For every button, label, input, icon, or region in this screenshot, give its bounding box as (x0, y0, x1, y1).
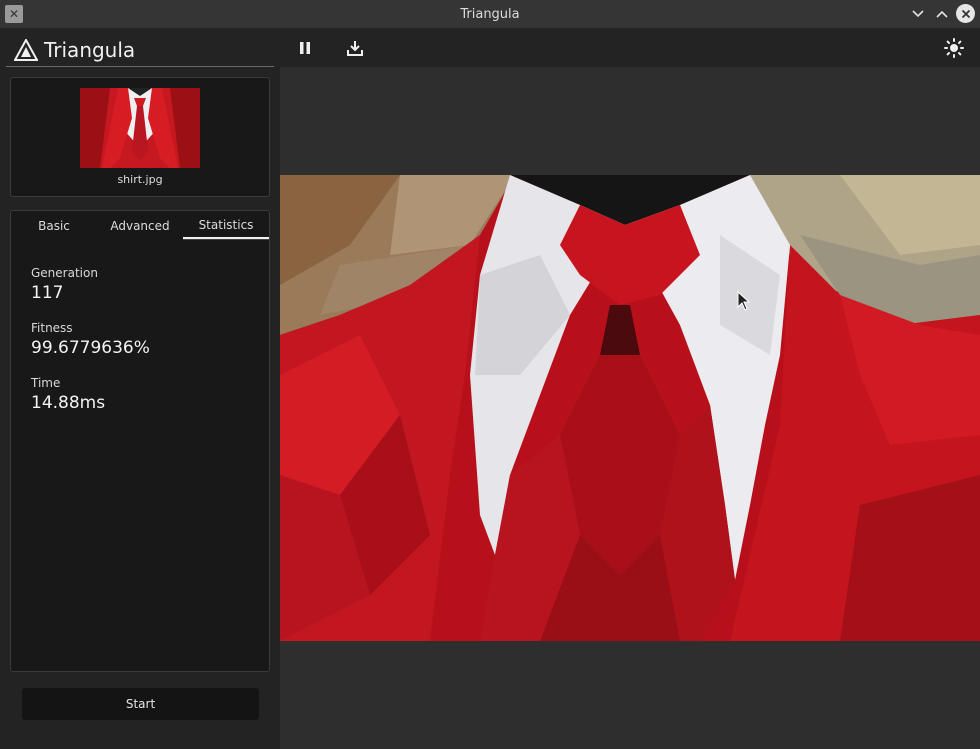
stat-label: Generation (31, 266, 98, 280)
statistics-list: Generation 117 Fitness 99.6779636% Time … (31, 266, 150, 431)
source-thumbnail (80, 88, 200, 168)
brand: Triangula (14, 36, 135, 64)
start-button[interactable]: Start (22, 688, 259, 720)
toolbar (280, 28, 980, 67)
minimize-icon[interactable] (909, 5, 927, 23)
output-canvas[interactable] (280, 175, 980, 641)
stat-generation: Generation 117 (31, 266, 150, 303)
mouse-cursor-icon (737, 291, 751, 311)
app-icon: ✕ (5, 5, 23, 23)
stat-value: 99.6779636% (31, 338, 150, 358)
pause-icon[interactable] (295, 38, 315, 58)
tab-basic[interactable]: Basic (11, 211, 97, 240)
brand-name: Triangula (44, 38, 136, 62)
stat-label: Fitness (31, 321, 73, 335)
thumbnail-filename: shirt.jpg (117, 173, 163, 186)
tab-statistics[interactable]: Statistics (183, 211, 269, 240)
tab-bar: Basic Advanced Statistics (11, 211, 269, 240)
window-title: Triangula (460, 6, 520, 22)
image-preview-card[interactable]: shirt.jpg (10, 77, 270, 197)
stat-value: 117 (31, 283, 64, 303)
triangula-logo-icon (14, 39, 38, 61)
sidebar: Triangula shirt.jpg Basic Advanced Stati… (0, 28, 280, 749)
stat-time: Time 14.88ms (31, 376, 150, 413)
window-titlebar: ✕ Triangula (0, 0, 980, 28)
stat-fitness: Fitness 99.6779636% (31, 321, 150, 358)
settings-panel: Basic Advanced Statistics Generation 117… (10, 210, 270, 672)
sun-icon[interactable] (944, 38, 964, 58)
divider (6, 66, 274, 67)
download-icon[interactable] (345, 38, 365, 58)
stat-label: Time (31, 376, 61, 390)
stat-value: 14.88ms (31, 393, 106, 413)
tab-advanced[interactable]: Advanced (97, 211, 183, 240)
maximize-icon[interactable] (933, 5, 951, 23)
close-icon[interactable] (956, 4, 975, 23)
